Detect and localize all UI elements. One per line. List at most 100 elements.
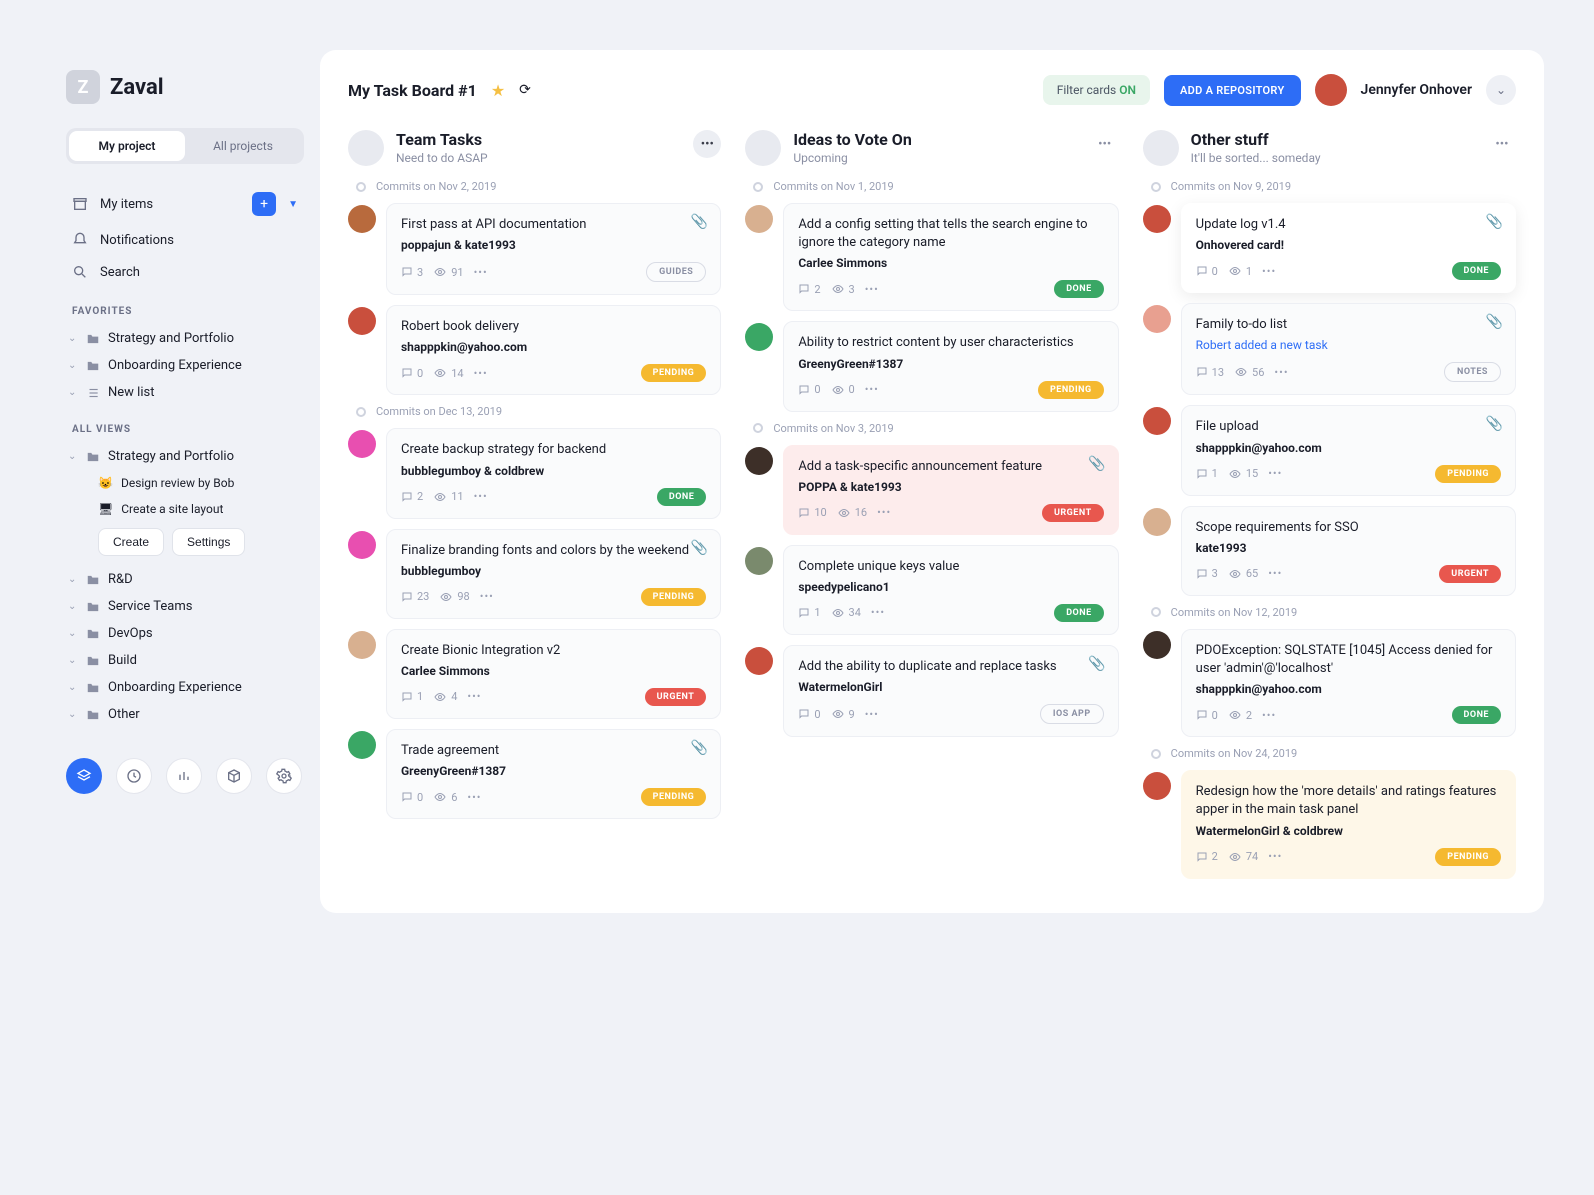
card-author: poppajun & kate1993 bbox=[401, 238, 706, 252]
user-avatar[interactable] bbox=[1315, 74, 1347, 106]
favorite-item[interactable]: ⌄Onboarding Experience bbox=[66, 352, 304, 379]
card-more-icon[interactable]: ••• bbox=[877, 506, 891, 519]
task-card[interactable]: 📎File uploadshapppkin@yahoo.com 1 15•••P… bbox=[1181, 405, 1516, 495]
paperclip-icon: 📎 bbox=[691, 740, 708, 756]
main-panel: My Task Board #1 ★ ⟳ Filter cards ON ADD… bbox=[320, 50, 1544, 913]
task-card[interactable]: Scope requirements for SSOkate1993 3 65•… bbox=[1181, 506, 1516, 596]
view-item[interactable]: ⌄Onboarding Experience bbox=[66, 674, 304, 701]
task-card[interactable]: Create backup strategy for backendbubble… bbox=[386, 428, 721, 518]
nav-notifications[interactable]: Notifications bbox=[66, 224, 304, 256]
commit-dot-icon bbox=[753, 182, 763, 192]
column-menu[interactable]: ••• bbox=[1488, 130, 1516, 158]
task-card[interactable]: 📎Add a task-specific announcement featur… bbox=[783, 445, 1118, 535]
view-child-site-layout[interactable]: 🖥 Create a site layout bbox=[98, 496, 304, 522]
task-card[interactable]: Create Bionic Integration v2Carlee Simmo… bbox=[386, 629, 721, 719]
card-more-icon[interactable]: ••• bbox=[467, 690, 481, 703]
task-card[interactable]: PDOException: SQLSTATE [1045] Access den… bbox=[1181, 629, 1516, 737]
star-icon[interactable]: ★ bbox=[491, 81, 505, 100]
task-card[interactable]: Complete unique keys valuespeedypelicano… bbox=[783, 545, 1118, 635]
card-more-icon[interactable]: ••• bbox=[865, 708, 879, 721]
view-item[interactable]: ⌄Other bbox=[66, 701, 304, 728]
nav-search[interactable]: Search bbox=[66, 256, 304, 288]
tab-all-projects[interactable]: All projects bbox=[185, 131, 301, 161]
view-label: Strategy and Portfolio bbox=[108, 449, 234, 464]
column-title: Ideas to Vote On bbox=[793, 130, 911, 149]
card-author-avatar bbox=[1143, 407, 1171, 435]
views-count: 0 bbox=[831, 383, 855, 396]
nav-label: Notifications bbox=[100, 233, 174, 248]
column-avatar bbox=[745, 130, 781, 166]
card-more-icon[interactable]: ••• bbox=[1262, 265, 1276, 278]
layers-icon[interactable] bbox=[66, 758, 102, 794]
card-row: Complete unique keys valuespeedypelicano… bbox=[745, 545, 1118, 635]
card-more-icon[interactable]: ••• bbox=[1262, 709, 1276, 722]
card-more-icon[interactable]: ••• bbox=[467, 791, 481, 804]
create-button[interactable]: Create bbox=[98, 528, 164, 556]
view-item[interactable]: ⌄Build bbox=[66, 647, 304, 674]
status-badge: DONE bbox=[1452, 706, 1501, 724]
clock-icon[interactable] bbox=[116, 758, 152, 794]
task-card[interactable]: Ability to restrict content by user char… bbox=[783, 321, 1118, 411]
card-more-icon[interactable]: ••• bbox=[1274, 366, 1288, 379]
chevron-down-icon: ⌄ bbox=[68, 655, 78, 666]
card-more-icon[interactable]: ••• bbox=[474, 367, 488, 380]
filter-chip[interactable]: Filter cards ON bbox=[1043, 75, 1150, 105]
nav-my-items[interactable]: My items + ▼ bbox=[66, 184, 304, 224]
view-label: DevOps bbox=[108, 626, 153, 641]
view-strategy-portfolio[interactable]: ⌄ Strategy and Portfolio bbox=[66, 443, 304, 470]
column-menu[interactable]: ••• bbox=[1091, 130, 1119, 158]
card-meta: 3 91•••GUIDES bbox=[401, 262, 706, 282]
card-link[interactable]: Robert added a new task bbox=[1196, 338, 1501, 352]
card-more-icon[interactable]: ••• bbox=[474, 266, 488, 279]
card-more-icon[interactable]: ••• bbox=[1268, 567, 1282, 580]
chevron-down-icon[interactable]: ▼ bbox=[288, 199, 298, 210]
card-more-icon[interactable]: ••• bbox=[480, 590, 494, 603]
task-card[interactable]: 📎Finalize branding fonts and colors by t… bbox=[386, 529, 721, 619]
nav-label: My items bbox=[100, 197, 153, 212]
folder-icon bbox=[86, 681, 100, 695]
settings-button[interactable]: Settings bbox=[172, 528, 245, 556]
column-menu[interactable]: ••• bbox=[693, 130, 721, 158]
task-card[interactable]: 📎First pass at API documentationpoppajun… bbox=[386, 203, 721, 295]
card-row: 📎File uploadshapppkin@yahoo.com 1 15•••P… bbox=[1143, 405, 1516, 495]
task-card[interactable]: 📎Add the ability to duplicate and replac… bbox=[783, 645, 1118, 737]
card-meta: 2 11•••DONE bbox=[401, 488, 706, 506]
chart-icon[interactable] bbox=[166, 758, 202, 794]
view-child-design-review[interactable]: 😺 Design review by Bob bbox=[98, 470, 304, 496]
card-more-icon[interactable]: ••• bbox=[871, 606, 885, 619]
card-author-avatar bbox=[1143, 305, 1171, 333]
views-count: 56 bbox=[1234, 366, 1264, 379]
task-card[interactable]: Robert book deliveryshapppkin@yahoo.com … bbox=[386, 305, 721, 395]
column-subtitle: Upcoming bbox=[793, 151, 911, 165]
task-card[interactable]: 📎Family to-do listRobert added a new tas… bbox=[1181, 303, 1516, 395]
view-item[interactable]: ⌄DevOps bbox=[66, 620, 304, 647]
task-card[interactable]: 📎Update log v1.4Onhovered card! 0 1•••DO… bbox=[1181, 203, 1516, 293]
task-card[interactable]: Redesign how the 'more details' and rati… bbox=[1181, 770, 1516, 878]
refresh-icon[interactable]: ⟳ bbox=[519, 82, 531, 98]
comments-count: 23 bbox=[401, 590, 429, 603]
tab-my-project[interactable]: My project bbox=[69, 131, 185, 161]
view-item[interactable]: ⌄R&D bbox=[66, 566, 304, 593]
favorite-item[interactable]: ⌄New list bbox=[66, 379, 304, 406]
card-more-icon[interactable]: ••• bbox=[1268, 850, 1282, 863]
favorite-item[interactable]: ⌄Strategy and Portfolio bbox=[66, 325, 304, 352]
user-dropdown[interactable]: ⌄ bbox=[1486, 75, 1516, 105]
list-icon bbox=[86, 386, 100, 400]
add-repository-button[interactable]: ADD A REPOSITORY bbox=[1164, 75, 1301, 106]
gear-icon[interactable] bbox=[266, 758, 302, 794]
cube-icon[interactable] bbox=[216, 758, 252, 794]
card-more-icon[interactable]: ••• bbox=[865, 383, 879, 396]
card-more-icon[interactable]: ••• bbox=[474, 490, 488, 503]
card-more-icon[interactable]: ••• bbox=[865, 283, 879, 296]
commit-dot-icon bbox=[1151, 749, 1161, 759]
card-author-avatar bbox=[348, 531, 376, 559]
task-card[interactable]: Add a config setting that tells the sear… bbox=[783, 203, 1118, 311]
card-title: Add a task-specific announcement feature bbox=[798, 458, 1103, 476]
sidebar: Z Zaval My project All projects My items… bbox=[50, 50, 320, 913]
task-card[interactable]: 📎Trade agreementGreenyGreen#1387 0 6•••P… bbox=[386, 729, 721, 819]
add-item-button[interactable]: + bbox=[252, 192, 276, 216]
view-item[interactable]: ⌄Service Teams bbox=[66, 593, 304, 620]
card-more-icon[interactable]: ••• bbox=[1268, 467, 1282, 480]
comments-count: 0 bbox=[1196, 265, 1218, 278]
card-author-avatar bbox=[745, 647, 773, 675]
